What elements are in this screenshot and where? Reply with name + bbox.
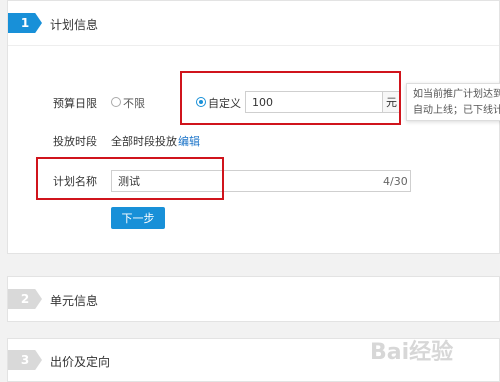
tooltip-line-2: 自动上线；已下线计 [413,105,500,116]
budget-label: 预算日限 [53,97,97,110]
step-number-1: 1 [8,13,42,33]
plan-info-header[interactable]: 1 计划信息 [8,1,499,45]
step-title-unit-info: 单元信息 [50,294,99,308]
unit-info-section[interactable]: 2 单元信息 [7,276,500,322]
schedule-edit-link[interactable]: 编辑 [178,133,200,149]
next-step-button[interactable]: 下一步 [111,207,165,229]
step-number-3: 3 [8,350,42,370]
tooltip-line-1: 如当前推广计划达到 [413,89,500,100]
budget-unlimited-label[interactable]: 不限 [123,95,145,111]
step-number-2: 2 [8,289,42,309]
step-title-plan-info: 计划信息 [50,18,99,32]
plan-info-section: 1 计划信息 预算日限 不限 自定义 100 元 投放时段 全部时段投放 编辑 … [7,0,500,254]
budget-tooltip: 如当前推广计划达到 自动上线；已下线计 [406,83,500,121]
highlight-budget-box [180,71,401,125]
plan-name-char-counter: 4/30 [383,175,408,188]
header-divider [8,45,499,46]
schedule-label: 投放时段 [53,135,97,148]
budget-unlimited-radio[interactable] [111,97,121,107]
step-title-bid-targeting: 出价及定向 [50,355,111,369]
schedule-value: 全部时段投放 [111,135,177,148]
baidu-jingyan-watermark: Bai经验 [370,340,454,365]
highlight-plan-name-box [36,157,224,200]
